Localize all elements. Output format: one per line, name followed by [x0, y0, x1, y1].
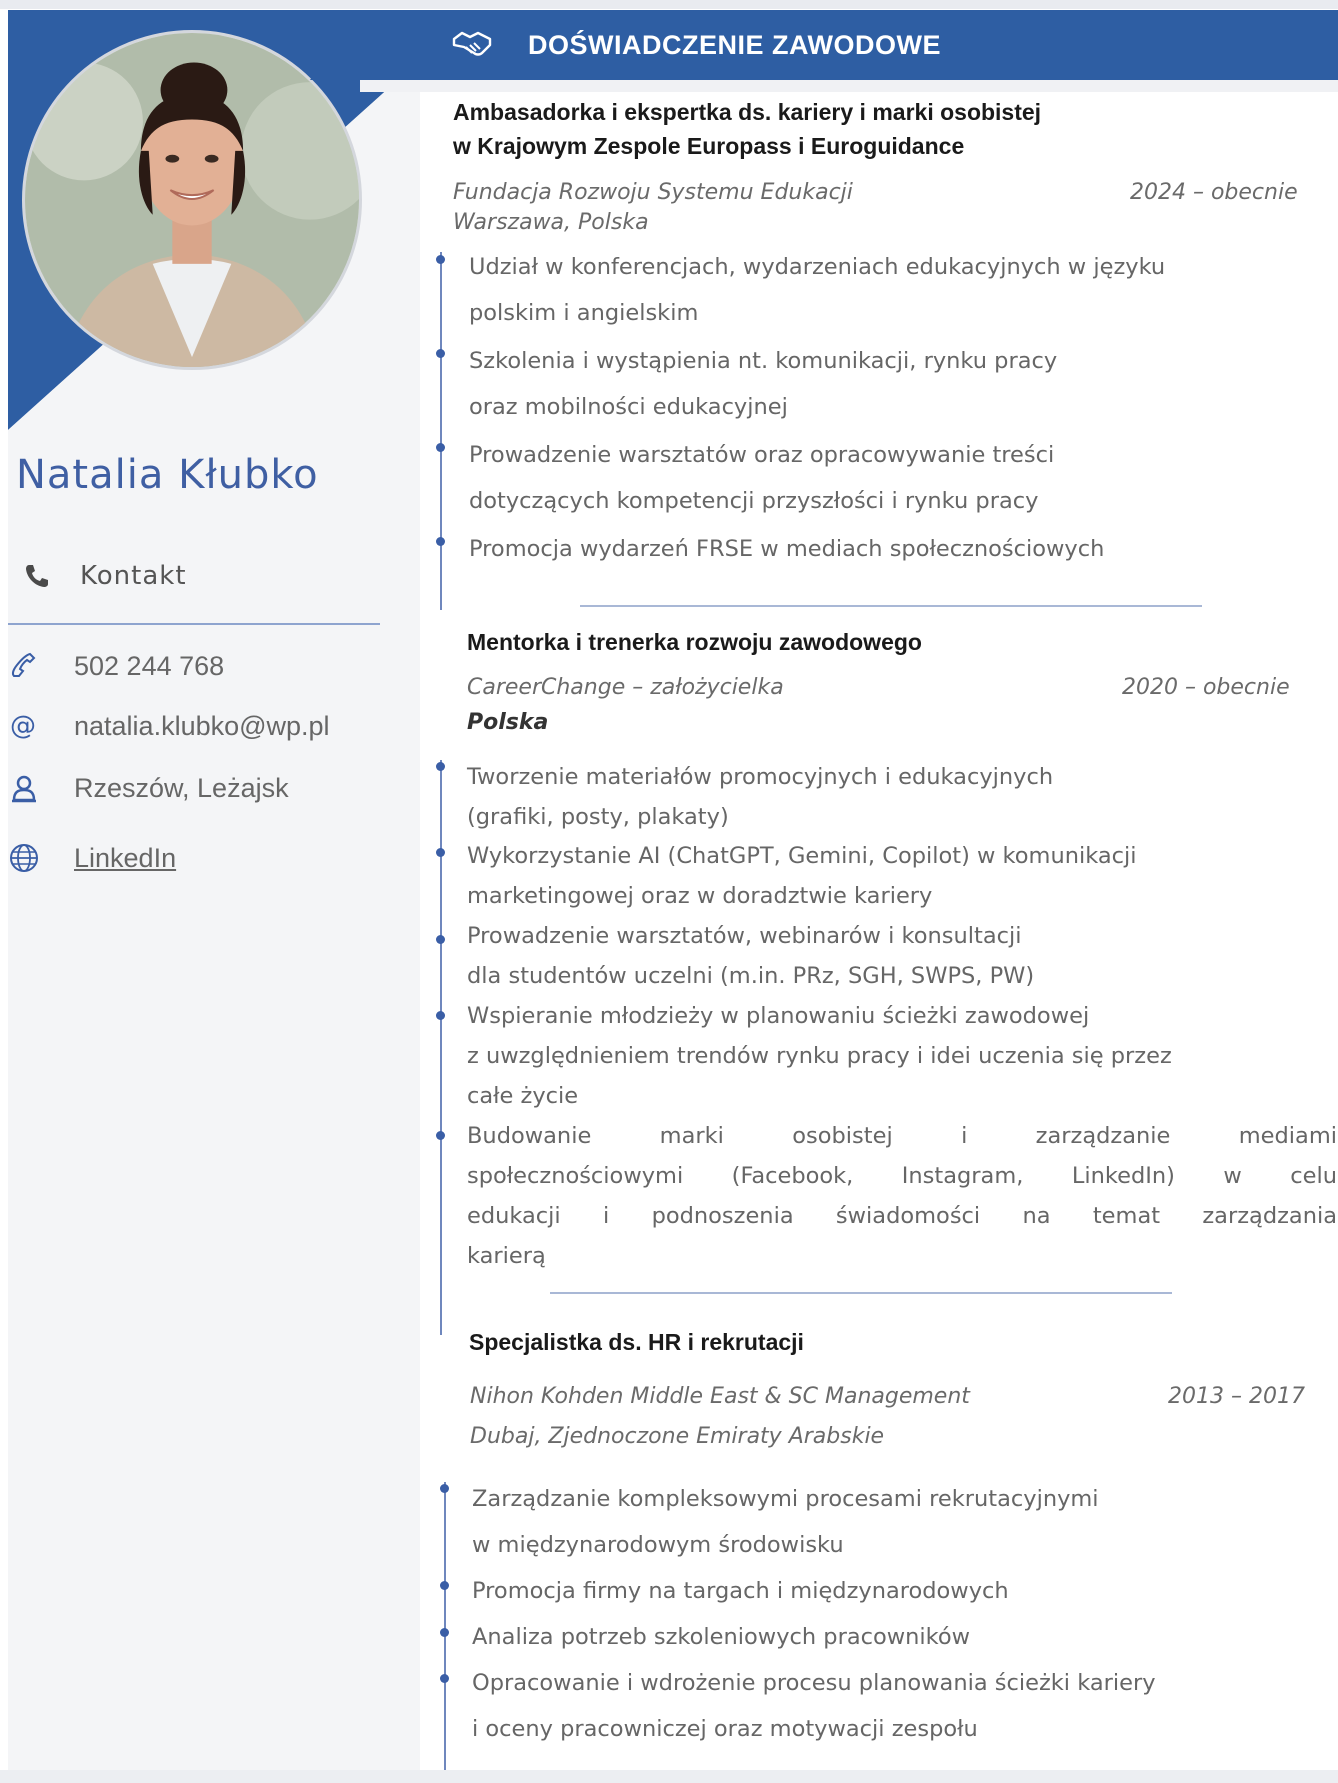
- person-name: Natalia Kłubko: [16, 452, 319, 498]
- item-line: z uwzględnieniem trendów rynku pracy i i…: [467, 1043, 1172, 1069]
- item-line: i oceny pracowniczej oraz motywacji zesp…: [472, 1716, 978, 1742]
- item-line: Prowadzenie warsztatów, webinarów i kons…: [467, 923, 1022, 949]
- job-location: Dubaj, Zjednoczone Emiraty Arabskie: [470, 1424, 885, 1449]
- contact-location-row: Rzeszów, Leżajsk: [8, 768, 289, 808]
- item-line: Prowadzenie warsztatów oraz opracowywani…: [469, 442, 1055, 468]
- item-line: Szkolenia i wystąpienia nt. komunikacji,…: [469, 348, 1058, 374]
- contact-email-row: @ natalia.klubko@wp.pl: [8, 706, 330, 746]
- timeline-bullet: [436, 848, 445, 857]
- item-line: społecznościowymi (Facebook, Instagram, …: [467, 1163, 1337, 1189]
- job-organization: Fundacja Rozwoju Systemu Edukacji: [453, 180, 853, 205]
- item-line: Zarządzanie kompleksowymi procesami rekr…: [472, 1486, 1099, 1512]
- job-location: Warszawa, Polska: [453, 210, 649, 235]
- item-line: oraz mobilności edukacyjnej: [469, 394, 788, 420]
- item-line: Budowanie marki osobistej i zarządzanie …: [467, 1123, 1337, 1149]
- timeline-bullet: [440, 1484, 449, 1493]
- timeline-bullet: [436, 537, 445, 546]
- job-item: Prowadzenie warsztatów oraz opracowywani…: [469, 432, 1054, 524]
- item-line: dla studentów uczelni (m.in. PRz, SGH, S…: [467, 963, 1035, 989]
- item-line: marketingowej oraz w doradztwie kariery: [467, 883, 933, 909]
- contact-heading: Kontakt: [22, 556, 187, 596]
- item-line: Tworzenie materiałów promocyjnych i eduk…: [467, 764, 1054, 790]
- job-title: Mentorka i trenerka rozwoju zawodowego: [467, 625, 922, 659]
- handshake-icon: [452, 31, 492, 56]
- item-line: Promocja firmy na targach i międzynarodo…: [472, 1578, 1009, 1604]
- timeline-bullet: [436, 1131, 445, 1140]
- cv-page: Natalia Kłubko Kontakt 502 244 768 @ nat…: [0, 0, 1338, 1783]
- globe-icon: [10, 844, 38, 872]
- timeline-line: [440, 252, 442, 610]
- item-line: Analiza potrzeb szkoleniowych pracownikó…: [472, 1624, 971, 1650]
- item-line: edukacji i podnoszenia świadomości na te…: [467, 1203, 1337, 1229]
- timeline-line: [440, 760, 442, 1335]
- job-item: Budowanie marki osobistej i zarządzanie …: [467, 1116, 1337, 1276]
- timeline-bullet: [440, 1581, 449, 1590]
- item-line: całe życie: [467, 1083, 579, 1109]
- item-line: Promocja wydarzeń FRSE w mediach społecz…: [469, 536, 1105, 562]
- job-item: Udział w konferencjach, wydarzeniach edu…: [469, 244, 1165, 336]
- section-title: DOŚWIADCZENIE ZAWODOWE: [528, 29, 941, 60]
- phone-icon: [26, 565, 48, 587]
- job-item: Zarządzanie kompleksowymi procesami rekr…: [472, 1476, 1099, 1568]
- timeline-bullet: [436, 762, 445, 771]
- job-item: Szkolenia i wystąpienia nt. komunikacji,…: [469, 338, 1057, 430]
- timeline-bullet: [440, 1628, 449, 1637]
- job-title-line: Specjalistka ds. HR i rekrutacji: [469, 1329, 804, 1355]
- item-line: Opracowanie i wdrożenie procesu planowan…: [472, 1670, 1156, 1696]
- timeline-bullet: [436, 1011, 445, 1020]
- contact-phone: 502 244 768: [74, 650, 225, 681]
- item-line: Udział w konferencjach, wydarzeniach edu…: [469, 254, 1166, 280]
- item-line: Wykorzystanie AI (ChatGPT, Gemini, Copil…: [467, 843, 1137, 869]
- top-border: [0, 0, 1338, 9]
- header-wedge: [310, 10, 380, 80]
- job-dates: 2024 – obecnie: [1130, 180, 1298, 205]
- phone-handset-icon: [12, 652, 36, 677]
- job-item: Analiza potrzeb szkoleniowych pracownikó…: [472, 1614, 970, 1660]
- contact-title: Kontakt: [80, 561, 187, 591]
- job-title: Ambasadorka i ekspertka ds. kariery i ma…: [453, 95, 1041, 163]
- job-title-line: Mentorka i trenerka rozwoju zawodowego: [467, 629, 922, 655]
- job-dates: 2020 – obecnie: [1122, 675, 1290, 700]
- header-ribbon: [360, 80, 1338, 92]
- job-item: Promocja wydarzeń FRSE w mediach społecz…: [469, 526, 1104, 572]
- bottom-border: [0, 1770, 1338, 1783]
- job-item: Wspieranie młodzieży w planowaniu ścieżk…: [467, 996, 1172, 1116]
- location-person-icon: [12, 775, 36, 803]
- item-line: (grafiki, posty, plakaty): [467, 804, 729, 830]
- contact-phone-row: 502 244 768: [8, 646, 224, 686]
- job-item: Opracowanie i wdrożenie procesu planowan…: [472, 1660, 1156, 1752]
- item-line: karierą: [467, 1243, 546, 1269]
- item-line: Wspieranie młodzieży w planowaniu ścieżk…: [467, 1003, 1090, 1029]
- at-sign-icon: @: [10, 711, 36, 741]
- timeline-line: [444, 1482, 446, 1770]
- item-line: polskim i angielskim: [469, 300, 699, 326]
- job-organization: Nihon Kohden Middle East & SC Management: [470, 1384, 970, 1409]
- job-title: Specjalistka ds. HR i rekrutacji: [469, 1325, 804, 1359]
- contact-linkedin-row: LinkedIn: [8, 838, 176, 878]
- contact-divider: [8, 623, 380, 625]
- timeline-bullet: [436, 935, 445, 944]
- item-line: w międzynarodowym środowisku: [472, 1532, 844, 1558]
- job-item: Prowadzenie warsztatów, webinarów i kons…: [467, 916, 1034, 996]
- job-organization: CareerChange – założycielka: [467, 675, 784, 700]
- timeline-bullet: [436, 443, 445, 452]
- job-location: Polska: [467, 710, 549, 735]
- linkedin-link[interactable]: LinkedIn: [74, 843, 176, 874]
- contact-location: Rzeszów, Leżajsk: [74, 772, 289, 803]
- job-dates: 2013 – 2017: [1168, 1384, 1305, 1409]
- job-title-line: Ambasadorka i ekspertka ds. kariery i ma…: [453, 99, 1042, 125]
- contact-email[interactable]: natalia.klubko@wp.pl: [74, 711, 330, 742]
- job-item: Promocja firmy na targach i międzynarodo…: [472, 1568, 1009, 1614]
- svg-text:@: @: [10, 711, 36, 741]
- job-separator: [550, 1292, 1172, 1294]
- job-separator: [580, 605, 1202, 607]
- job-item: Tworzenie materiałów promocyjnych i eduk…: [467, 757, 1053, 837]
- section-header: DOŚWIADCZENIE ZAWODOWE: [450, 10, 941, 80]
- job-title-line: w Krajowym Zespole Europass i Euroguidan…: [453, 133, 965, 159]
- timeline-bullet: [440, 1674, 449, 1683]
- job-item: Wykorzystanie AI (ChatGPT, Gemini, Copil…: [467, 836, 1137, 916]
- timeline-bullet: [436, 349, 445, 358]
- item-line: dotyczących kompetencji przyszłości i ry…: [469, 488, 1039, 514]
- timeline-bullet: [436, 255, 445, 264]
